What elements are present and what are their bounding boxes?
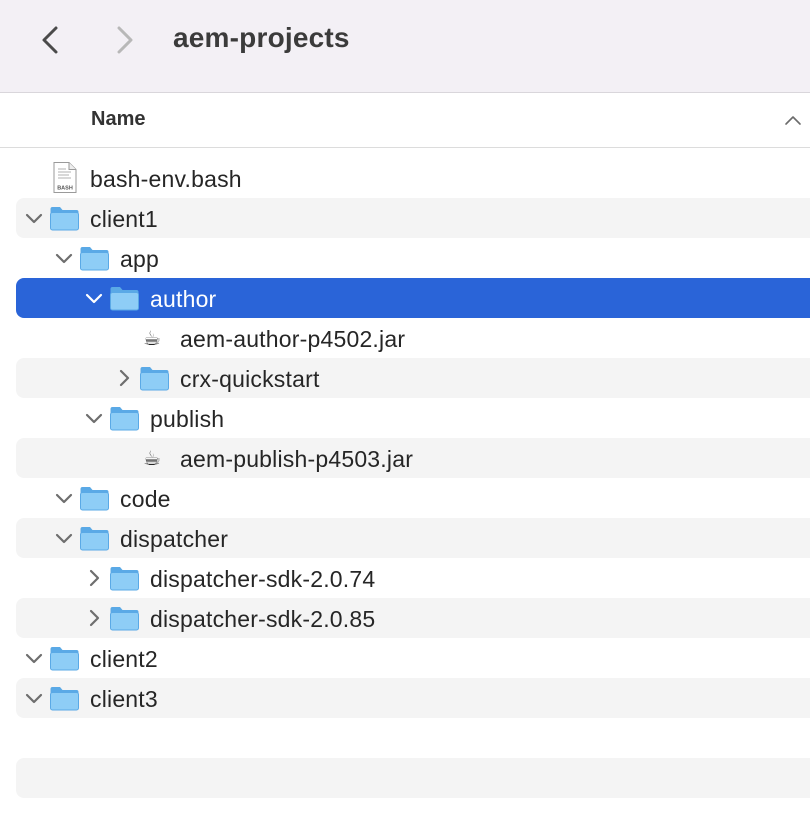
disclosure-expanded-icon[interactable] bbox=[24, 648, 44, 668]
file-row[interactable]: ☕ aem-author-p4502.jar bbox=[16, 318, 810, 358]
folder-row[interactable]: dispatcher-sdk-2.0.74 bbox=[16, 558, 810, 598]
list-header: Name bbox=[0, 94, 810, 148]
disclosure-collapsed-icon[interactable] bbox=[84, 608, 104, 628]
item-label: aem-author-p4502.jar bbox=[180, 326, 406, 352]
folder-icon bbox=[110, 607, 139, 631]
item-label: dispatcher-sdk-2.0.85 bbox=[150, 606, 376, 632]
folder-row[interactable]: crx-quickstart bbox=[16, 358, 810, 398]
chevron-right-icon bbox=[117, 26, 133, 54]
disclosure-expanded-icon[interactable] bbox=[24, 208, 44, 228]
folder-row[interactable]: app bbox=[16, 238, 810, 278]
file-row[interactable]: ☕ aem-publish-p4503.jar bbox=[16, 438, 810, 478]
document-icon: BASH bbox=[53, 162, 77, 193]
folder-row[interactable]: dispatcher bbox=[16, 518, 810, 558]
disclosure-expanded-icon[interactable] bbox=[54, 248, 74, 268]
folder-icon bbox=[140, 367, 169, 391]
item-label: dispatcher bbox=[120, 526, 229, 552]
folder-row[interactable]: author bbox=[16, 278, 810, 318]
disclosure-collapsed-icon[interactable] bbox=[84, 568, 104, 588]
folder-row[interactable]: client2 bbox=[16, 638, 810, 678]
svg-text:BASH: BASH bbox=[57, 186, 73, 192]
folder-icon bbox=[80, 487, 109, 511]
item-label: dispatcher-sdk-2.0.74 bbox=[150, 566, 376, 592]
chevron-left-icon bbox=[42, 26, 58, 54]
back-button[interactable] bbox=[32, 20, 72, 60]
disclosure-expanded-icon[interactable] bbox=[24, 688, 44, 708]
folder-icon bbox=[80, 247, 109, 271]
disclosure-expanded-icon[interactable] bbox=[84, 288, 104, 308]
java-cup-icon: ☕ bbox=[143, 448, 161, 470]
item-label: crx-quickstart bbox=[180, 366, 320, 392]
folder-icon bbox=[110, 287, 139, 311]
chevron-up-icon[interactable] bbox=[784, 112, 802, 130]
item-label: aem-publish-p4503.jar bbox=[180, 446, 414, 472]
disclosure-expanded-icon[interactable] bbox=[84, 408, 104, 428]
folder-icon bbox=[110, 567, 139, 591]
disclosure-expanded-icon[interactable] bbox=[54, 528, 74, 548]
folder-row[interactable]: publish bbox=[16, 398, 810, 438]
folder-row[interactable]: code bbox=[16, 478, 810, 518]
item-label: client3 bbox=[90, 686, 158, 712]
folder-row[interactable]: client1 bbox=[16, 198, 810, 238]
item-label: app bbox=[120, 246, 159, 272]
java-cup-icon: ☕ bbox=[143, 328, 161, 350]
window-title: aem-projects bbox=[173, 22, 350, 53]
folder-icon bbox=[50, 687, 79, 711]
forward-button[interactable] bbox=[103, 20, 143, 60]
toolbar: aem-projects bbox=[0, 0, 810, 93]
name-column-header[interactable]: Name bbox=[91, 108, 145, 131]
item-label: code bbox=[120, 486, 171, 512]
empty-row bbox=[16, 758, 810, 798]
folder-icon bbox=[50, 647, 79, 671]
item-label: client1 bbox=[90, 206, 158, 232]
folder-icon bbox=[110, 407, 139, 431]
folder-row[interactable]: client3 bbox=[16, 678, 810, 718]
item-label: author bbox=[150, 286, 217, 312]
disclosure-expanded-icon[interactable] bbox=[54, 488, 74, 508]
folder-row[interactable]: dispatcher-sdk-2.0.85 bbox=[16, 598, 810, 638]
item-label: bash-env.bash bbox=[90, 166, 242, 192]
item-label: client2 bbox=[90, 646, 158, 672]
folder-icon bbox=[50, 207, 79, 231]
folder-icon bbox=[80, 527, 109, 551]
file-row[interactable]: BASH bash-env.bash bbox=[16, 158, 810, 198]
item-label: publish bbox=[150, 406, 225, 432]
disclosure-collapsed-icon[interactable] bbox=[114, 368, 134, 388]
